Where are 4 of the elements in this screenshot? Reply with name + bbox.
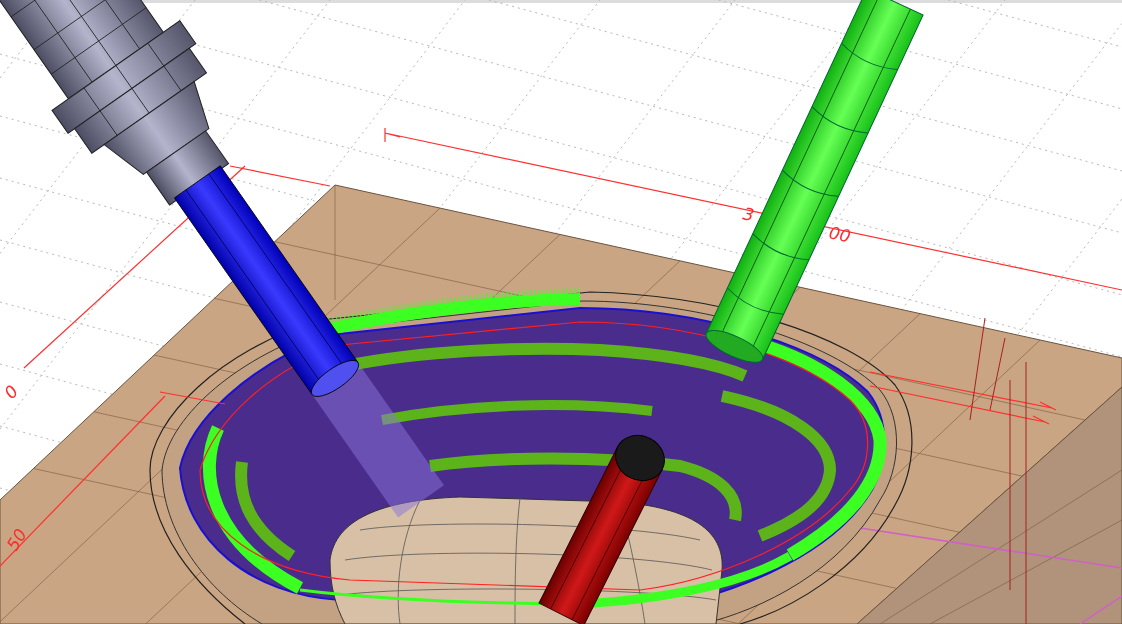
dimension-label: 50: [2, 525, 31, 555]
dimension-label: 3: [741, 203, 756, 226]
dimension-label: 00: [827, 222, 853, 247]
dimension-label: 0: [0, 381, 23, 403]
